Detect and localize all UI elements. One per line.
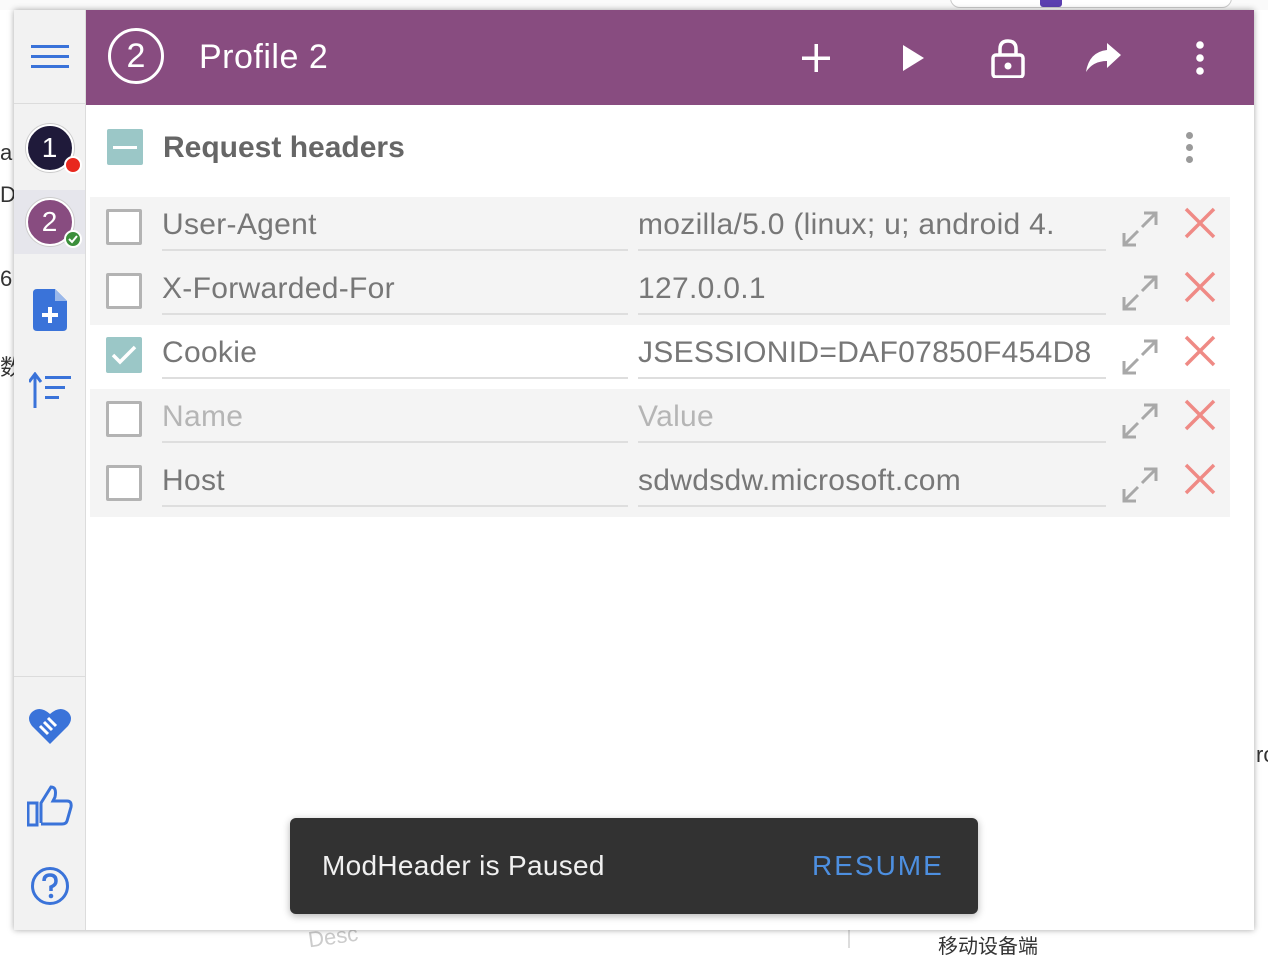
header-row: Cookie JSESSIONID=DAF07850F454D8: [90, 325, 1230, 389]
request-headers-section-header: Request headers: [86, 105, 1254, 193]
more-dot: [1185, 155, 1193, 163]
sort-button[interactable]: [14, 364, 85, 416]
header-enable-checkbox[interactable]: [106, 401, 142, 437]
delete-icon[interactable]: [1182, 397, 1218, 433]
header-row: X-Forwarded-For 127.0.0.1: [90, 261, 1230, 325]
header-enable-checkbox[interactable]: [106, 209, 142, 245]
current-profile-number: 2: [126, 36, 146, 75]
heart-handshake-icon: [28, 708, 71, 744]
more-vertical-icon: [1196, 41, 1204, 75]
header-value-field[interactable]: sdwdsdw.microsoft.com: [638, 461, 1106, 507]
header-value-field[interactable]: Value: [638, 397, 1106, 443]
play-icon: [903, 45, 924, 71]
sidebar-divider: [14, 676, 85, 677]
expand-icon[interactable]: [1120, 337, 1160, 377]
section-title: Request headers: [163, 131, 405, 164]
header-value-field[interactable]: 127.0.0.1: [638, 269, 1106, 315]
add-file-icon: [32, 289, 67, 331]
profile-avatar: 2: [25, 198, 82, 248]
delete-icon[interactable]: [1182, 269, 1218, 305]
sidebar-profile-2[interactable]: 2: [14, 190, 85, 254]
header-row: User-Agent mozilla/5.0 (linux; u; androi…: [90, 197, 1230, 261]
header-name-field[interactable]: Host: [162, 461, 628, 507]
header-value-field[interactable]: JSESSIONID=DAF07850F454D8: [638, 333, 1106, 379]
header-value-field[interactable]: mozilla/5.0 (linux; u; android 4.: [638, 205, 1106, 251]
header-bar: 2 Profile 2: [86, 10, 1254, 105]
background-address-pill: [950, 0, 1232, 8]
header-enable-checkbox[interactable]: [106, 465, 142, 501]
current-profile-badge: 2: [108, 28, 164, 84]
header-enable-checkbox[interactable]: [106, 273, 142, 309]
header-rows: User-Agent mozilla/5.0 (linux; u; androi…: [90, 197, 1230, 517]
sidebar: 1 2: [14, 10, 86, 930]
profile-number: 1: [41, 132, 58, 163]
profile-avatar: 1: [25, 124, 82, 174]
resume-button[interactable]: RESUME: [812, 850, 944, 882]
help-circle-icon: [30, 867, 69, 905]
background-divider: [848, 930, 850, 948]
help-button[interactable]: [14, 860, 85, 912]
more-options-button[interactable]: [1176, 34, 1224, 82]
header-name-field[interactable]: Name: [162, 397, 628, 443]
expand-icon[interactable]: [1120, 209, 1160, 249]
add-icon: [802, 44, 830, 72]
hamburger-menu-icon: [30, 44, 69, 68]
add-profile-button[interactable]: [14, 284, 85, 336]
share-button[interactable]: [1080, 34, 1128, 82]
background-text: 移动设备端: [938, 936, 1038, 958]
background-text: ro: [1256, 742, 1268, 767]
delete-icon[interactable]: [1182, 333, 1218, 369]
expand-icon[interactable]: [1120, 465, 1160, 505]
select-all-checkbox[interactable]: [107, 129, 143, 165]
more-dot: [1185, 143, 1193, 151]
play-button[interactable]: [889, 34, 937, 82]
expand-icon[interactable]: [1120, 273, 1160, 313]
header-row: Host sdwdsdw.microsoft.com: [90, 453, 1230, 517]
delete-icon[interactable]: [1182, 461, 1218, 497]
expand-icon[interactable]: [1120, 401, 1160, 441]
profile-title[interactable]: Profile 2: [199, 38, 328, 77]
add-button[interactable]: [792, 34, 840, 82]
lock-button[interactable]: [984, 34, 1032, 82]
donate-button[interactable]: [14, 700, 85, 752]
header-row: Name Value: [90, 389, 1230, 453]
rate-button[interactable]: [14, 780, 85, 832]
profile-number: 2: [41, 206, 58, 237]
more-vertical-icon: [1185, 131, 1193, 139]
checkmark-icon: [111, 345, 137, 365]
background-text: 6: [0, 266, 13, 291]
header-name-field[interactable]: Cookie: [162, 333, 628, 379]
header-enable-checkbox[interactable]: [106, 337, 142, 373]
share-icon: [1086, 43, 1121, 72]
header-name-field[interactable]: User-Agent: [162, 205, 628, 251]
paused-status-dot: [63, 156, 82, 174]
paused-snackbar: ModHeader is Paused RESUME: [290, 818, 978, 914]
modheader-popup: 1 2 2 Profile 2 Request headers User-Age…: [14, 10, 1254, 930]
lock-icon: [991, 39, 1025, 78]
menu-button[interactable]: [14, 10, 85, 104]
sidebar-profile-1[interactable]: 1: [14, 116, 85, 180]
delete-icon[interactable]: [1182, 205, 1218, 241]
check-status-icon: [63, 230, 82, 248]
snackbar-message: ModHeader is Paused: [322, 850, 605, 881]
background-extension-badge: [1040, 0, 1062, 7]
thumbs-up-icon: [26, 785, 73, 827]
sort-icon: [28, 372, 71, 408]
section-more-button[interactable]: [1172, 127, 1206, 167]
header-name-field[interactable]: X-Forwarded-For: [162, 269, 628, 315]
